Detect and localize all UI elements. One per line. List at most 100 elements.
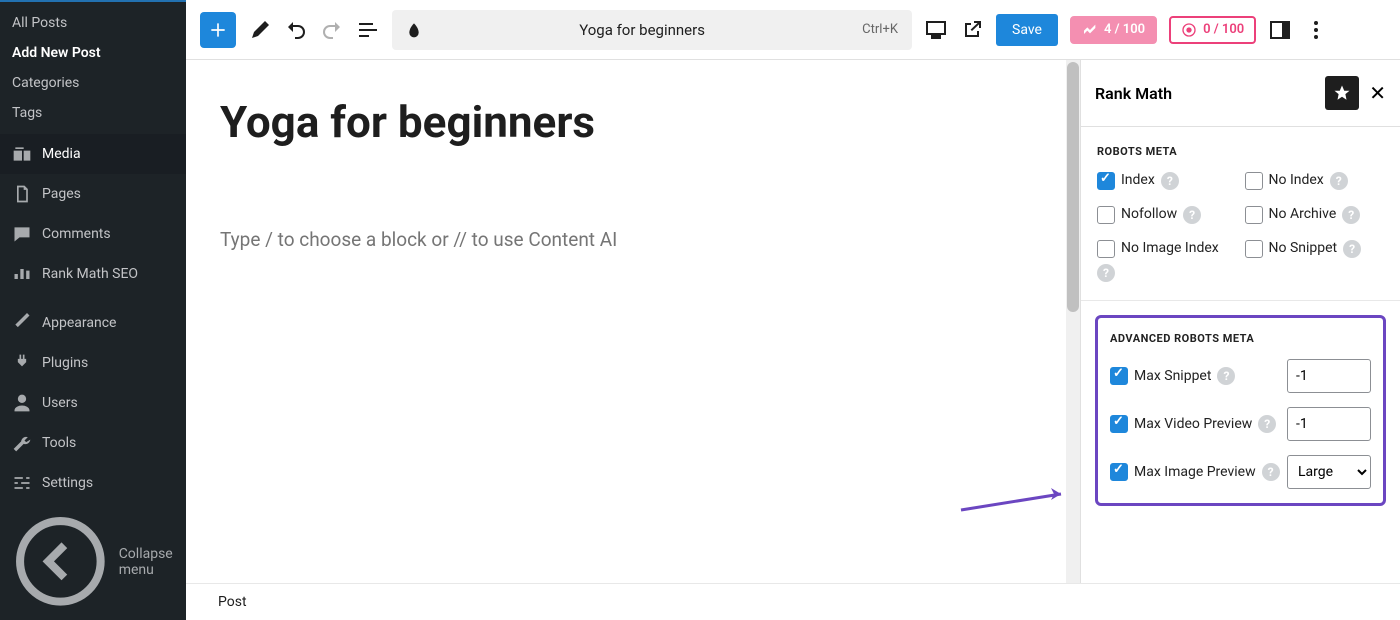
- content-ai-text: 0 / 100: [1203, 22, 1244, 37]
- robots-nosnippet: No Snippet ?: [1245, 240, 1385, 282]
- editor-main: Yoga for beginners Ctrl+K Save 4 / 100 0…: [186, 0, 1400, 620]
- document-title: Yoga for beginners: [432, 21, 852, 39]
- checkbox-noimageindex[interactable]: [1097, 240, 1115, 258]
- media-icon: [12, 144, 32, 164]
- menu-pages[interactable]: Pages: [0, 174, 186, 214]
- max-snippet-row: Max Snippet ?: [1110, 359, 1371, 393]
- max-snippet-input[interactable]: [1287, 359, 1371, 393]
- post-title[interactable]: Yoga for beginners: [220, 96, 1032, 148]
- checkbox-max-snippet[interactable]: [1110, 367, 1128, 385]
- robots-nofollow: Nofollow ?: [1097, 206, 1237, 224]
- menu-tools[interactable]: Tools: [0, 423, 186, 463]
- block-placeholder[interactable]: Type / to choose a block or // to use Co…: [220, 228, 1032, 251]
- checkbox-max-video[interactable]: [1110, 415, 1128, 433]
- robots-noimageindex: No Image Index ?: [1097, 240, 1237, 282]
- submenu-all-posts[interactable]: All Posts: [0, 8, 186, 38]
- shortcut-hint: Ctrl+K: [862, 22, 898, 37]
- help-icon[interactable]: ?: [1330, 172, 1348, 190]
- menu-label: Tools: [42, 435, 76, 451]
- menu-label: Appearance: [42, 315, 116, 331]
- outline-icon[interactable]: [356, 18, 380, 42]
- external-icon[interactable]: [960, 18, 984, 42]
- scroll-thumb[interactable]: [1067, 62, 1079, 312]
- posts-submenu: All Posts Add New Post Categories Tags: [0, 2, 186, 134]
- robots-noarchive: No Archive ?: [1245, 206, 1385, 224]
- menu-plugins[interactable]: Plugins: [0, 343, 186, 383]
- menu-label: Users: [42, 395, 78, 411]
- annotation-arrow: [956, 480, 1076, 520]
- collapse-icon: [12, 513, 109, 610]
- submenu-add-new[interactable]: Add New Post: [0, 38, 186, 68]
- plug-icon: [12, 353, 32, 373]
- breadcrumb[interactable]: Post: [218, 594, 247, 610]
- content-area: Yoga for beginners Type / to choose a bl…: [186, 60, 1066, 583]
- admin-sidebar: All Posts Add New Post Categories Tags M…: [0, 0, 186, 620]
- robots-meta-grid: Index ? No Index ? Nofollow ?: [1097, 172, 1384, 282]
- target-icon: [1181, 22, 1197, 38]
- menu-settings[interactable]: Settings: [0, 463, 186, 503]
- more-icon[interactable]: [1304, 18, 1328, 42]
- menu-label: Media: [42, 146, 81, 162]
- menu-media[interactable]: Media: [0, 134, 186, 174]
- help-icon[interactable]: ?: [1097, 264, 1115, 282]
- editor-toolbar: Yoga for beginners Ctrl+K Save 4 / 100 0…: [186, 0, 1400, 60]
- undo-icon[interactable]: [284, 18, 308, 42]
- chart-icon: [1082, 22, 1098, 38]
- robots-meta-title: ROBOTS META: [1097, 145, 1384, 158]
- wrench-icon: [12, 433, 32, 453]
- checkbox-nosnippet[interactable]: [1245, 240, 1263, 258]
- brush-icon: [12, 313, 32, 333]
- panel-header: Rank Math ✕: [1081, 60, 1400, 127]
- editor-body: Yoga for beginners Type / to choose a bl…: [186, 60, 1400, 583]
- collapse-label: Collapse menu: [119, 546, 174, 578]
- advanced-robots-box: ADVANCED ROBOTS META Max Snippet ? Max V…: [1095, 315, 1386, 506]
- redo-icon[interactable]: [320, 18, 344, 42]
- panel-toggle-icon[interactable]: [1268, 18, 1292, 42]
- seo-icon: [12, 264, 32, 284]
- content-ai-badge[interactable]: 0 / 100: [1169, 16, 1256, 44]
- comments-icon: [12, 224, 32, 244]
- help-icon[interactable]: ?: [1258, 415, 1276, 433]
- star-button[interactable]: [1325, 76, 1359, 110]
- rankmath-panel: Rank Math ✕ ROBOTS META Index ? No I: [1080, 60, 1400, 583]
- menu-label: Comments: [42, 226, 111, 242]
- menu-users[interactable]: Users: [0, 383, 186, 423]
- user-icon: [12, 393, 32, 413]
- collapse-menu[interactable]: Collapse menu: [0, 503, 186, 620]
- panel-title: Rank Math: [1095, 84, 1325, 103]
- seo-score-badge[interactable]: 4 / 100: [1070, 16, 1157, 44]
- plus-icon: [208, 20, 228, 40]
- menu-rankmath[interactable]: Rank Math SEO: [0, 254, 186, 294]
- help-icon[interactable]: ?: [1183, 206, 1201, 224]
- close-button[interactable]: ✕: [1369, 81, 1386, 105]
- help-icon[interactable]: ?: [1217, 367, 1235, 385]
- edit-icon[interactable]: [248, 18, 272, 42]
- submenu-tags[interactable]: Tags: [0, 98, 186, 128]
- max-image-row: Max Image Preview ? Large: [1110, 455, 1371, 489]
- checkbox-index[interactable]: [1097, 172, 1115, 190]
- help-icon[interactable]: ?: [1161, 172, 1179, 190]
- menu-appearance[interactable]: Appearance: [0, 303, 186, 343]
- document-title-bar[interactable]: Yoga for beginners Ctrl+K: [392, 10, 912, 50]
- submenu-categories[interactable]: Categories: [0, 68, 186, 98]
- checkbox-noindex[interactable]: [1245, 172, 1263, 190]
- max-image-select[interactable]: Large: [1287, 455, 1371, 489]
- star-icon: [1333, 84, 1351, 102]
- checkbox-max-image[interactable]: [1110, 463, 1128, 481]
- robots-noindex: No Index ?: [1245, 172, 1385, 190]
- help-icon[interactable]: ?: [1262, 463, 1280, 481]
- desktop-icon[interactable]: [924, 18, 948, 42]
- max-video-input[interactable]: [1287, 407, 1371, 441]
- checkbox-noarchive[interactable]: [1245, 206, 1263, 224]
- help-icon[interactable]: ?: [1342, 206, 1360, 224]
- robots-index: Index ?: [1097, 172, 1237, 190]
- help-icon[interactable]: ?: [1343, 240, 1361, 258]
- advanced-robots-section: ADVANCED ROBOTS META Max Snippet ? Max V…: [1081, 301, 1400, 520]
- menu-comments[interactable]: Comments: [0, 214, 186, 254]
- seo-score-text: 4 / 100: [1104, 22, 1145, 37]
- editor-footer: Post: [186, 583, 1400, 620]
- save-button[interactable]: Save: [996, 14, 1058, 46]
- menu-label: Settings: [42, 475, 93, 491]
- checkbox-nofollow[interactable]: [1097, 206, 1115, 224]
- add-block-button[interactable]: [200, 12, 236, 48]
